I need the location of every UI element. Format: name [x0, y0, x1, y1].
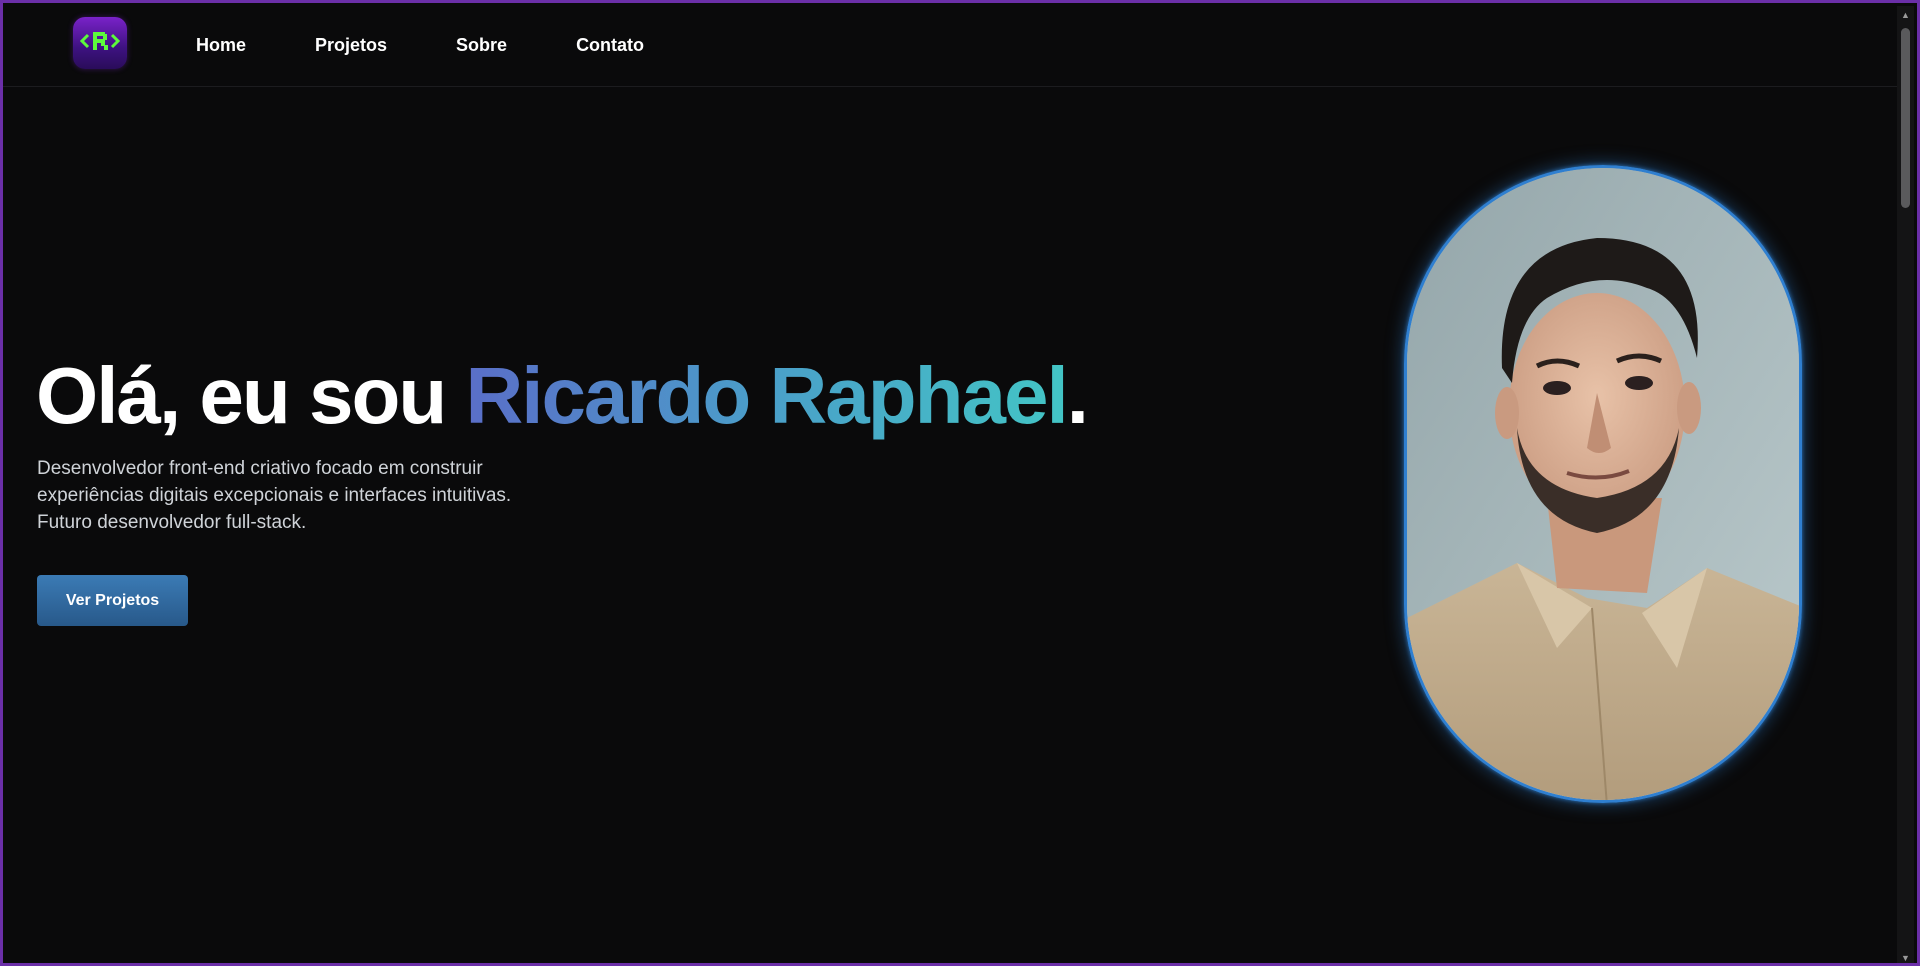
nav-link-home[interactable]: Home — [196, 35, 246, 56]
nav-link-sobre[interactable]: Sobre — [456, 35, 507, 56]
logo[interactable] — [73, 17, 127, 69]
hero-description-line: Desenvolvedor front-end criativo focado … — [37, 458, 483, 479]
nav-link-projetos[interactable]: Projetos — [315, 35, 387, 56]
nav-links: Home Projetos Sobre Contato — [196, 3, 644, 87]
hero-description-line: Futuro desenvolvedor full-stack. — [37, 512, 307, 533]
page-frame: Home Projetos Sobre Contato Olá, eu sou … — [0, 0, 1920, 966]
code-bracket-r-icon — [79, 29, 121, 58]
hero-title: Olá, eu sou Ricardo Raphael. — [36, 351, 1089, 441]
hero-title-suffix: . — [1066, 351, 1089, 440]
hero-description-line: experiências digitais excepcionais e int… — [37, 485, 512, 506]
profile-photo-illustration — [1407, 168, 1799, 800]
scroll-down-arrow-icon[interactable]: ▼ — [1897, 949, 1914, 963]
profile-photo — [1404, 165, 1802, 803]
hero-title-prefix: Olá, eu sou — [36, 351, 466, 440]
nav-link-contato[interactable]: Contato — [576, 35, 644, 56]
scroll-up-arrow-icon[interactable]: ▲ — [1897, 6, 1914, 23]
scroll-thumb[interactable] — [1901, 28, 1910, 208]
view-projects-button[interactable]: Ver Projetos — [37, 575, 188, 626]
vertical-scrollbar[interactable]: ▲ ▼ — [1897, 6, 1914, 963]
navbar: Home Projetos Sobre Contato — [3, 3, 1900, 87]
hero-name: Ricardo Raphael — [465, 351, 1068, 440]
hero-description: Desenvolvedor front-end criativo focado … — [37, 455, 557, 536]
